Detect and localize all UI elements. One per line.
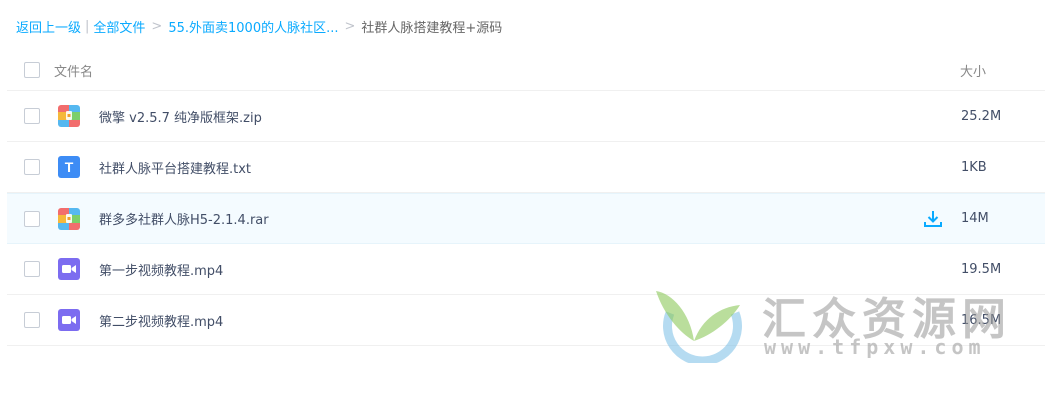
- archive-icon: [58, 105, 80, 127]
- text-file-icon: T: [58, 156, 80, 178]
- download-icon[interactable]: [923, 209, 943, 229]
- all-files-link[interactable]: 全部文件: [93, 17, 145, 36]
- file-size: 14M: [961, 211, 989, 226]
- breadcrumb-separator: >: [344, 18, 356, 34]
- breadcrumb-pipe: |: [85, 18, 90, 34]
- list-header: 文件名 大小: [7, 50, 1045, 91]
- file-name[interactable]: 第二步视频教程.mp4: [99, 311, 223, 330]
- file-size: 1KB: [961, 159, 987, 175]
- video-icon: [58, 309, 80, 331]
- file-row[interactable]: 群多多社群人脉H5-2.1.4.rar 14M: [7, 193, 1045, 244]
- row-checkbox[interactable]: [24, 108, 40, 124]
- video-icon: [58, 258, 80, 280]
- parent-folder-link[interactable]: 55.外面卖1000的人脉社区...: [168, 17, 338, 36]
- select-all-checkbox[interactable]: [24, 62, 40, 78]
- back-link[interactable]: 返回上一级: [16, 17, 81, 36]
- file-name[interactable]: 群多多社群人脉H5-2.1.4.rar: [99, 209, 269, 228]
- file-row[interactable]: 微擎 v2.5.7 纯净版框架.zip 25.2M: [7, 91, 1045, 142]
- watermark: 汇众资源网 www.tfpxw.com: [650, 283, 1010, 366]
- file-row[interactable]: T 社群人脉平台搭建教程.txt 1KB: [7, 142, 1045, 193]
- size-column-header[interactable]: 大小: [960, 61, 986, 80]
- name-column-header[interactable]: 文件名: [54, 61, 93, 80]
- file-name[interactable]: 第一步视频教程.mp4: [99, 260, 223, 279]
- watermark-logo-icon: [650, 283, 750, 366]
- row-checkbox[interactable]: [24, 312, 40, 328]
- file-size: 25.2M: [961, 108, 1002, 124]
- current-folder: 社群人脉搭建教程+源码: [361, 20, 503, 36]
- watermark-url: www.tfpxw.com: [764, 335, 986, 359]
- breadcrumb-separator: >: [151, 18, 163, 34]
- file-name[interactable]: 社群人脉平台搭建教程.txt: [99, 158, 251, 177]
- file-name[interactable]: 微擎 v2.5.7 纯净版框架.zip: [99, 107, 262, 126]
- file-size: 19.5M: [961, 261, 1002, 277]
- breadcrumb: 返回上一级 | 全部文件 > 55.外面卖1000的人脉社区... > 社群人脉…: [16, 16, 502, 36]
- row-checkbox[interactable]: [24, 261, 40, 277]
- archive-icon: [58, 207, 80, 230]
- row-checkbox[interactable]: [24, 210, 40, 227]
- row-checkbox[interactable]: [24, 159, 40, 175]
